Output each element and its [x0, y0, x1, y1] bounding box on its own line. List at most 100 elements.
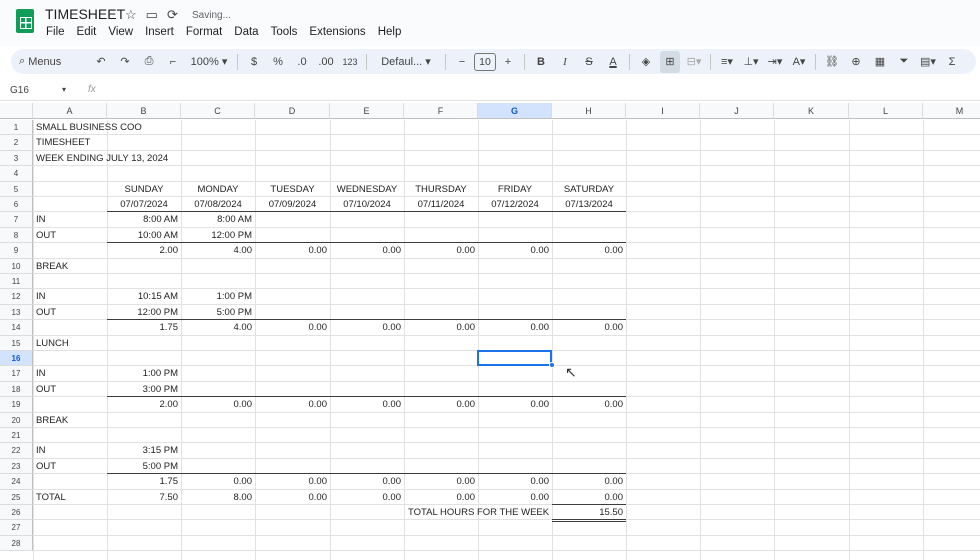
row-header-11[interactable]: 11 — [0, 274, 33, 290]
cell-g25[interactable]: 0.00 — [478, 490, 552, 505]
cell-h5[interactable]: SATURDAY — [552, 182, 626, 197]
text-rotation-icon[interactable]: A▾ — [789, 51, 809, 73]
menu-tools[interactable]: Tools — [271, 26, 298, 38]
cell-e5[interactable]: WEDNESDAY — [330, 182, 404, 197]
zoom-select[interactable]: 100% ▾ — [187, 51, 231, 73]
cell-g9[interactable]: 0.00 — [478, 243, 552, 258]
column-header-k[interactable]: K — [774, 103, 849, 119]
cell-a8[interactable]: OUT — [33, 228, 107, 243]
row-header-13[interactable]: 13 — [0, 304, 33, 321]
column-header-i[interactable]: I — [626, 103, 700, 119]
filter-icon[interactable]: ⏷ — [894, 51, 914, 73]
row-header-9[interactable]: 9 — [0, 243, 33, 259]
column-header-j[interactable]: J — [700, 103, 774, 119]
paint-format-icon[interactable]: ⌐ — [163, 51, 183, 73]
cell-f14[interactable]: 0.00 — [404, 320, 478, 335]
cell-g19[interactable]: 0.00 — [478, 397, 552, 412]
column-header-m[interactable]: M — [923, 103, 980, 119]
cell-a17[interactable]: IN — [33, 366, 107, 381]
functions-icon[interactable]: Σ — [942, 51, 962, 73]
print-icon[interactable]: ⎙ — [139, 51, 159, 73]
row-header-4[interactable]: 4 — [0, 166, 33, 182]
menu-extensions[interactable]: Extensions — [309, 26, 365, 38]
cell-d25[interactable]: 0.00 — [255, 490, 330, 505]
row-header-6[interactable]: 6 — [0, 197, 33, 213]
cell-g5[interactable]: FRIDAY — [478, 182, 552, 197]
text-wrap-icon[interactable]: ⇥▾ — [765, 51, 785, 73]
cell-b12[interactable]: 10:15 AM — [107, 289, 181, 304]
name-box[interactable]: G16 — [10, 85, 29, 96]
row-header-19[interactable]: 19 — [0, 397, 33, 413]
cell-c8[interactable]: 12:00 PM — [181, 228, 255, 243]
cell-c13[interactable]: 5:00 PM — [181, 305, 255, 320]
cell-b9[interactable]: 2.00 — [107, 243, 181, 258]
insert-chart-icon[interactable]: ▦ — [870, 51, 890, 73]
cell-f5[interactable]: THURSDAY — [404, 182, 478, 197]
row-header-17[interactable]: 17 — [0, 366, 33, 382]
cell-f25[interactable]: 0.00 — [404, 490, 478, 505]
row-header-3[interactable]: 3 — [0, 150, 33, 167]
font-size-increase[interactable]: + — [498, 51, 518, 73]
row-header-15[interactable]: 15 — [0, 335, 33, 351]
row-header-7[interactable]: 7 — [0, 212, 33, 228]
text-color-button[interactable]: A — [603, 51, 623, 73]
row-header-27[interactable]: 27 — [0, 520, 33, 536]
column-header-f[interactable]: F — [404, 103, 478, 119]
cell-e24[interactable]: 0.00 — [330, 474, 404, 489]
row-header-14[interactable]: 14 — [0, 320, 33, 336]
decrease-decimal-button[interactable]: .0 — [292, 51, 312, 73]
row-header-18[interactable]: 18 — [0, 381, 33, 398]
cell-e14[interactable]: 0.00 — [330, 320, 404, 335]
cell-g6[interactable]: 07/12/2024 — [478, 197, 552, 212]
row-header-1[interactable]: 1 — [0, 120, 33, 136]
cell-a13[interactable]: OUT — [33, 305, 107, 320]
cell-a20[interactable]: BREAK — [33, 413, 107, 428]
cell-b17[interactable]: 1:00 PM — [107, 366, 181, 381]
fill-handle[interactable] — [549, 362, 555, 369]
cell-e9[interactable]: 0.00 — [330, 243, 404, 258]
cell-g24[interactable]: 0.00 — [478, 474, 552, 489]
menu-format[interactable]: Format — [186, 26, 222, 38]
cell-c24[interactable]: 0.00 — [181, 474, 255, 489]
cell-b24[interactable]: 1.75 — [107, 474, 181, 489]
cell-a12[interactable]: IN — [33, 289, 107, 304]
filter-views-icon[interactable]: ▤▾ — [918, 51, 938, 73]
row-header-25[interactable]: 25 — [0, 489, 33, 505]
cell-h14[interactable]: 0.00 — [552, 320, 626, 335]
cell-b6[interactable]: 07/07/2024 — [107, 197, 181, 212]
cell-b14[interactable]: 1.75 — [107, 320, 181, 335]
number-format-button[interactable]: 123 — [340, 51, 360, 73]
column-header-d[interactable]: D — [255, 103, 330, 119]
cell-a2[interactable]: TIMESHEET — [33, 135, 107, 150]
row-header-16[interactable]: 16 — [0, 351, 33, 367]
cell-c25[interactable]: 8.00 — [181, 490, 255, 505]
font-size-input[interactable]: 10 — [474, 52, 496, 71]
column-header-c[interactable]: C — [181, 103, 255, 119]
cell-d14[interactable]: 0.00 — [255, 320, 330, 335]
row-header-8[interactable]: 8 — [0, 227, 33, 244]
cell-b23[interactable]: 5:00 PM — [107, 459, 181, 474]
row-header-23[interactable]: 23 — [0, 458, 33, 475]
star-icon[interactable]: ☆ — [125, 7, 146, 22]
row-header-22[interactable]: 22 — [0, 443, 33, 459]
increase-decimal-button[interactable]: .00 — [316, 51, 336, 73]
bold-button[interactable]: B — [531, 51, 551, 73]
cell-a1[interactable]: SMALL BUSINESS COO — [33, 120, 142, 135]
row-header-24[interactable]: 24 — [0, 474, 33, 490]
cell-b5[interactable]: SUNDAY — [107, 182, 181, 197]
row-header-26[interactable]: 26 — [0, 505, 33, 521]
cell-f6[interactable]: 07/11/2024 — [404, 197, 478, 212]
cell-h26[interactable]: 15.50 — [552, 505, 626, 520]
sheets-logo-icon[interactable] — [16, 9, 34, 33]
cell-d9[interactable]: 0.00 — [255, 243, 330, 258]
menu-insert[interactable]: Insert — [145, 26, 174, 38]
menu-view[interactable]: View — [108, 26, 133, 38]
currency-button[interactable]: $ — [244, 51, 264, 73]
row-header-5[interactable]: 5 — [0, 181, 33, 197]
menu-data[interactable]: Data — [234, 26, 258, 38]
cell-b19[interactable]: 2.00 — [107, 397, 181, 412]
merge-cells-icon[interactable]: ⊟▾ — [684, 51, 704, 73]
menu-edit[interactable]: Edit — [77, 26, 97, 38]
cell-f24[interactable]: 0.00 — [404, 474, 478, 489]
cell-c19[interactable]: 0.00 — [181, 397, 255, 412]
